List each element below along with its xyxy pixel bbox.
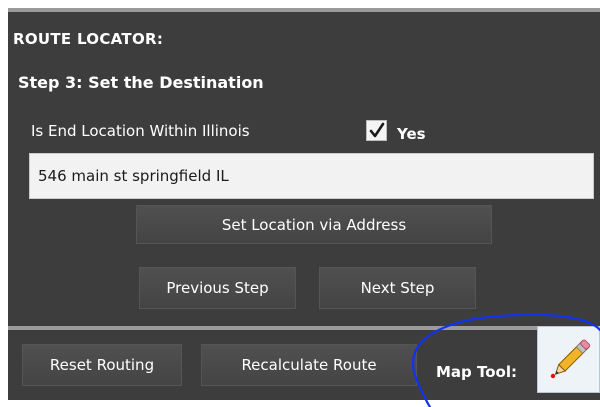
- illinois-question-label: Is End Location Within Illinois: [31, 122, 250, 140]
- checkmark-icon: [369, 122, 384, 137]
- recalculate-route-button[interactable]: Recalculate Route: [201, 344, 417, 386]
- previous-step-button[interactable]: Previous Step: [139, 267, 296, 309]
- pencil-icon: [550, 339, 591, 379]
- section-divider: [8, 326, 600, 330]
- map-tool-label: Map Tool:: [436, 363, 517, 381]
- illinois-checkbox[interactable]: [366, 120, 387, 141]
- step-title: Step 3: Set the Destination: [18, 73, 264, 92]
- address-input[interactable]: [29, 153, 594, 199]
- panel-title: ROUTE LOCATOR:: [13, 30, 164, 48]
- set-location-button[interactable]: Set Location via Address: [136, 205, 492, 244]
- map-tool-button[interactable]: [537, 326, 600, 393]
- route-locator-panel: ROUTE LOCATOR: Step 3: Set the Destinati…: [8, 8, 600, 400]
- reset-routing-button[interactable]: Reset Routing: [22, 344, 182, 386]
- checkbox-yes-label[interactable]: Yes: [397, 125, 426, 143]
- next-step-button[interactable]: Next Step: [319, 267, 476, 309]
